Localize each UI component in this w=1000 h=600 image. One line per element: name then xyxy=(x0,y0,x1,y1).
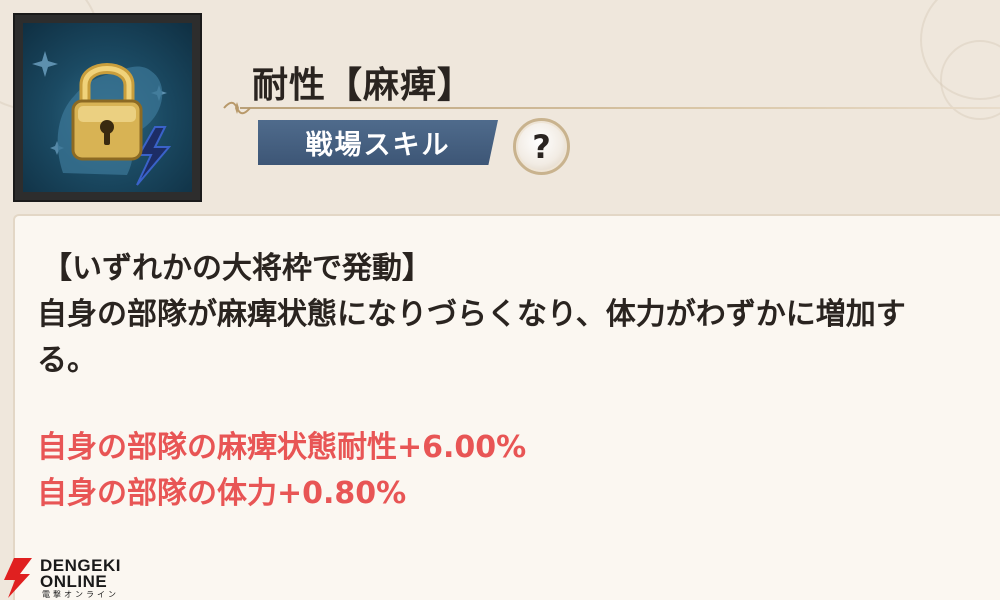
title-divider xyxy=(240,107,1000,109)
stat-effect-line: 自身の部隊の体力+0.80% xyxy=(37,476,407,511)
activation-condition: 【いずれかの大将枠で発動】 xyxy=(42,251,432,286)
skill-name: 耐性【麻痺】 xyxy=(252,65,475,106)
skill-icon-frame xyxy=(13,13,202,202)
locked-paralysis-skill-icon xyxy=(23,23,192,192)
dengeki-bolt-logo-icon xyxy=(4,558,32,598)
divider-ornament-icon xyxy=(223,101,251,115)
stat-effect-line: 自身の部隊の麻痺状態耐性+6.00% xyxy=(37,430,527,465)
description-panel: 【いずれかの大将枠で発動】 自身の部隊が麻痺状態になりづらくなり、体力がわずかに… xyxy=(13,214,1000,600)
description-text-line-2: る。 xyxy=(37,343,97,378)
description-text-line-1: 自身の部隊が麻痺状態になりづらくなり、体力がわずかに増加す xyxy=(37,297,906,332)
skill-icon-art xyxy=(32,51,172,186)
skill-category-badge: 戦場スキル xyxy=(258,120,498,165)
watermark-subtext: 電撃オンライン xyxy=(42,590,119,599)
help-button[interactable]: ? xyxy=(513,118,570,175)
dengeki-online-watermark: DENGEKI ONLINE 電撃オンライン xyxy=(2,556,132,599)
